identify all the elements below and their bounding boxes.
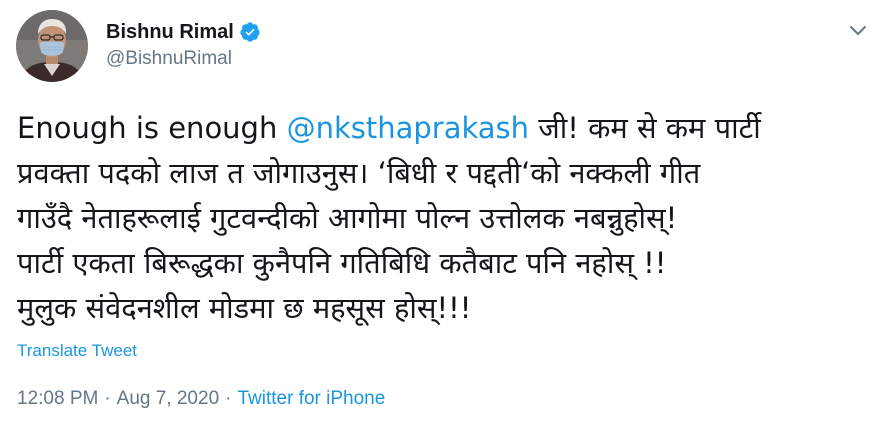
display-name-row: Bishnu Rimal (106, 20, 261, 44)
tweet-line-1: Enough is enough @nksthaprakash जी! कम स… (17, 106, 877, 151)
meta-separator: · (104, 388, 111, 409)
tweet-line-3: गाउँदै नेताहरूलाई गुटवन्दीको आगोमा पोल्न… (17, 201, 678, 235)
avatar[interactable] (16, 10, 88, 82)
tweet-line-1-pre: Enough is enough (17, 111, 287, 145)
tweet-date[interactable]: Aug 7, 2020 (117, 388, 219, 410)
avatar-image (16, 10, 88, 82)
tweet-line-1-post: जी! कम से कम पार्टी (529, 111, 761, 145)
user-names: Bishnu Rimal @BishnuRimal (106, 20, 261, 70)
tweet-line-2: प्रवक्ता पदको लाज त जोगाउनुस। ‘बिधी र पद… (17, 156, 701, 190)
tweet-time[interactable]: 12:08 PM (17, 388, 98, 410)
tweet-meta: 12:08 PM · Aug 7, 2020 · Twitter for iPh… (17, 388, 385, 410)
chevron-down-icon[interactable] (846, 18, 870, 42)
tweet-text: Enough is enough @nksthaprakash जी! कम स… (17, 106, 877, 331)
translate-tweet-link[interactable]: Translate Tweet (17, 341, 137, 361)
meta-separator: · (225, 388, 232, 409)
display-name[interactable]: Bishnu Rimal (106, 21, 234, 44)
tweet-line-5: मुलुक संवेदनशील मोडमा छ महसूस होस्!!! (17, 291, 472, 325)
tweet-header: Bishnu Rimal @BishnuRimal (16, 10, 876, 82)
tweet-source-link[interactable]: Twitter for iPhone (237, 388, 385, 410)
tweet: Bishnu Rimal @BishnuRimal Enough is enou… (0, 0, 891, 427)
user-handle[interactable]: @BishnuRimal (106, 48, 261, 70)
mention-link[interactable]: @nksthaprakash (287, 111, 529, 145)
tweet-line-4: पार्टी एकता बिरूद्धका कुनैपनि गतिबिधि कत… (17, 246, 667, 280)
verified-badge-icon (239, 21, 261, 43)
